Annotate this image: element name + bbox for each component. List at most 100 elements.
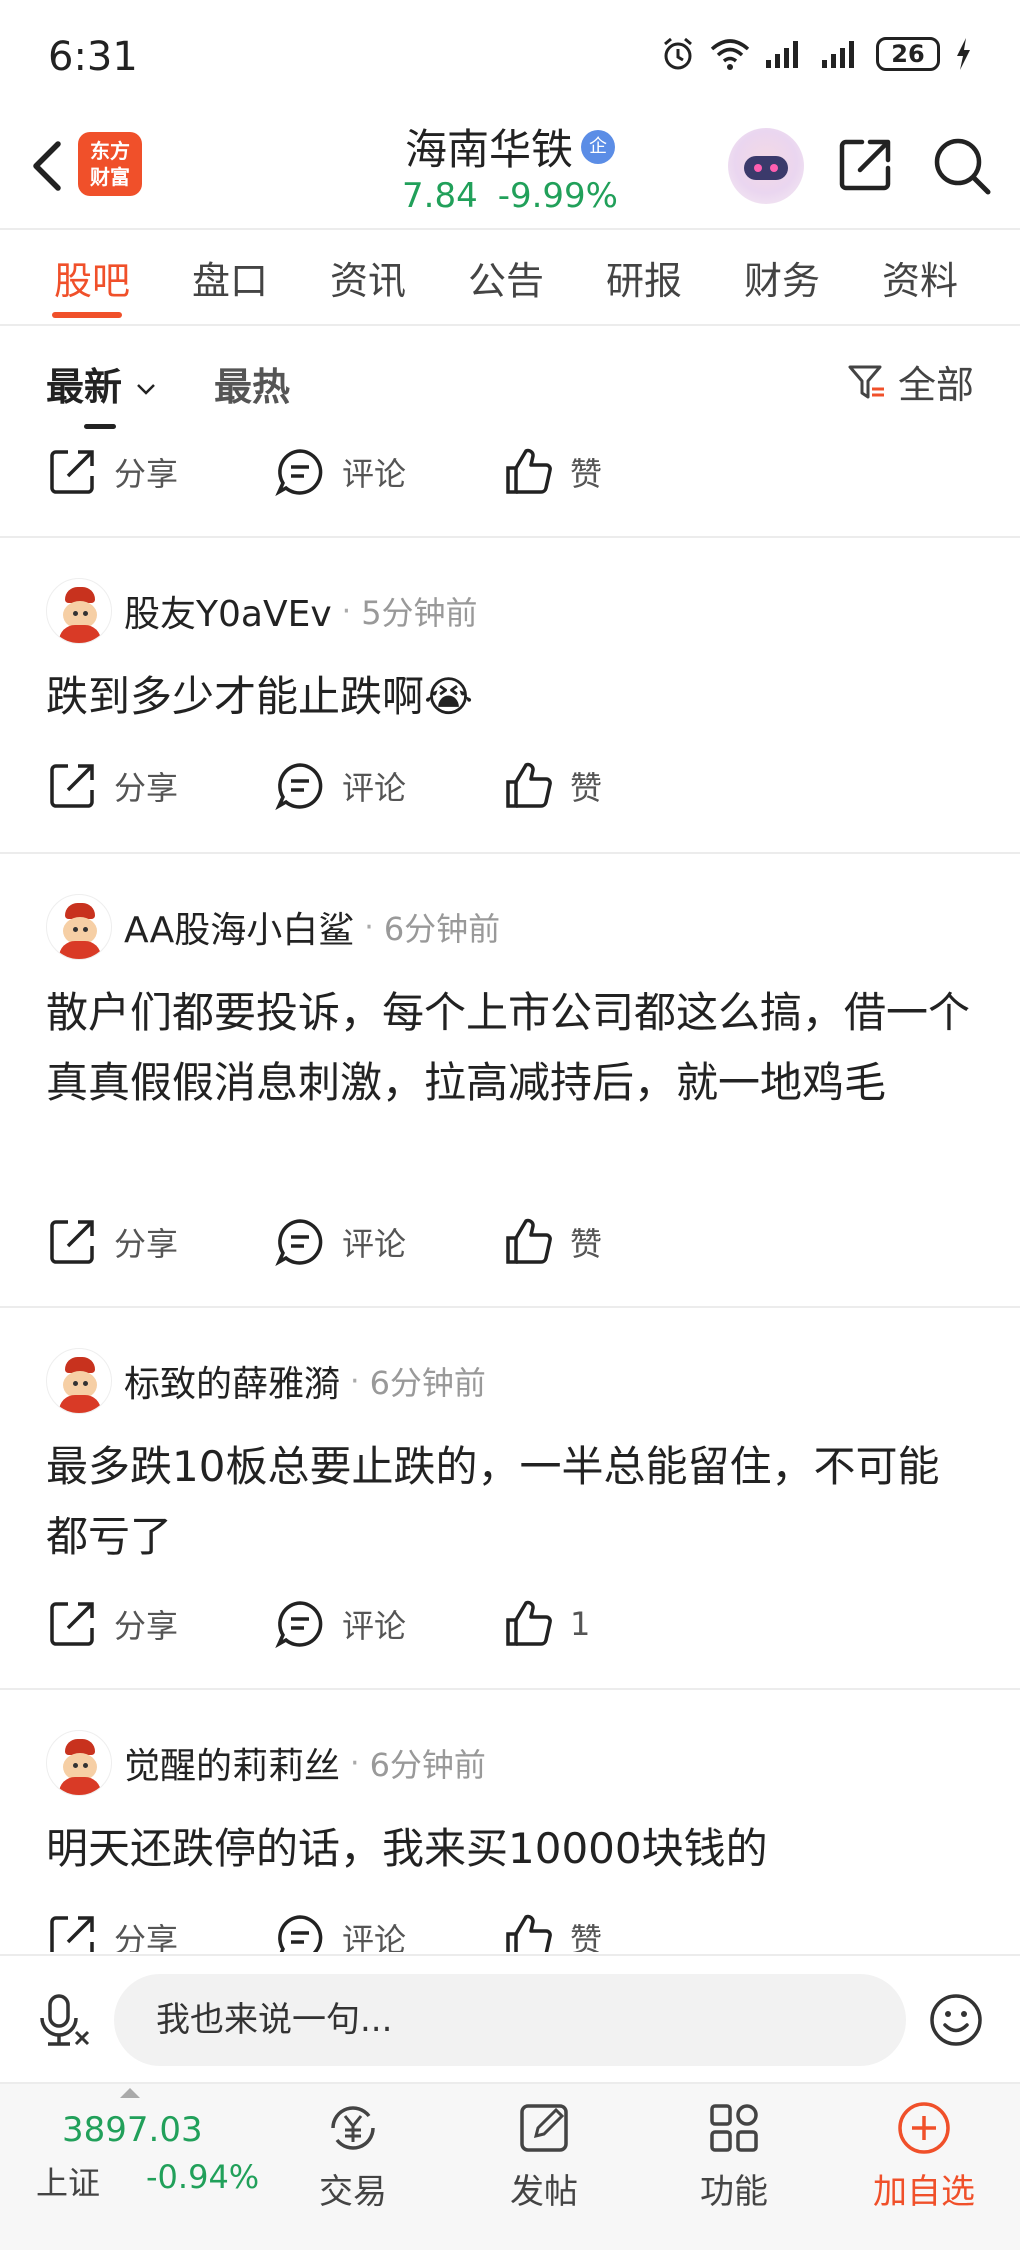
avatar[interactable] [46, 578, 112, 644]
share-action[interactable]: 分享 [46, 1594, 178, 1654]
like-action[interactable]: 1 [502, 1594, 590, 1654]
tab-profile[interactable]: 资料 [882, 250, 958, 305]
post-author[interactable]: 股友Y0aVEv [124, 585, 332, 637]
post-author-row: 股友Y0aVEv · 5分钟前 [46, 576, 478, 646]
like-action[interactable]: 赞 [502, 1212, 602, 1272]
comment-action[interactable]: 评论 [274, 1908, 406, 1952]
ai-assistant-icon[interactable] [728, 128, 804, 204]
like-action[interactable]: 赞 [502, 442, 602, 502]
like-action[interactable]: 赞 [502, 756, 602, 816]
share-icon [50, 1916, 94, 1952]
tab-finance[interactable]: 财务 [744, 250, 820, 305]
status-time: 6:31 [48, 34, 138, 80]
bottom-nav: 3897.03 上证 -0.94% 交易 发帖 功能 加自选 [0, 2082, 1020, 2250]
avatar[interactable] [46, 894, 112, 960]
status-icons: 26 [660, 36, 972, 72]
post-author-row: AA股海小白鲨 · 6分钟前 [46, 892, 500, 962]
post-separator [0, 536, 1020, 538]
caret-up-icon [120, 2088, 140, 2098]
filter-indicator [84, 424, 116, 429]
tab-news[interactable]: 资讯 [330, 250, 406, 305]
stock-name: 海南华铁 [404, 125, 573, 174]
like-count: 赞 [570, 1225, 603, 1263]
share-action[interactable]: 分享 [46, 1212, 178, 1272]
comment-icon [275, 449, 323, 497]
signal-icon [766, 41, 798, 68]
avatar[interactable] [46, 1348, 112, 1414]
share-label: 分享 [114, 769, 179, 807]
thumbs-up-icon [506, 762, 552, 808]
sort-latest-label: 最新 [46, 365, 123, 409]
thumbs-up-icon [506, 1914, 552, 1952]
nav-post[interactable]: 发帖 [484, 2098, 604, 2213]
emoji-icon[interactable] [928, 1992, 984, 2048]
tabs-divider [0, 324, 1020, 326]
tab-announcements[interactable]: 公告 [468, 250, 544, 305]
nav-add-watchlist[interactable]: 加自选 [864, 2098, 984, 2213]
avatar[interactable] [46, 1730, 112, 1796]
post-author[interactable]: 标致的薛雅漪 [124, 1355, 340, 1407]
post-body[interactable]: 跌到多少才能止跌啊😭 [46, 662, 976, 732]
comment-action[interactable]: 评论 [274, 1212, 406, 1272]
tab-research[interactable]: 研报 [606, 250, 682, 305]
index-change: -0.94% [146, 2158, 260, 2196]
post-body[interactable]: 最多跌10板总要止跌的，一半总能留住，不可能都亏了 [46, 1432, 976, 1572]
share-icon[interactable] [836, 134, 896, 194]
compose-icon [520, 2104, 568, 2152]
nav-post-label: 发帖 [510, 2172, 578, 2212]
robot-eye-right [770, 164, 778, 172]
tab-guba[interactable]: 股吧 [54, 250, 130, 305]
share-action[interactable]: 分享 [46, 442, 178, 502]
comment-action[interactable]: 评论 [274, 1594, 406, 1654]
tab-pankou[interactable]: 盘口 [192, 250, 268, 305]
filter-icon [848, 365, 884, 398]
wifi-icon [710, 39, 750, 70]
separator-dot: · [350, 1363, 360, 1399]
post-author-row: 标致的薛雅漪 · 6分钟前 [46, 1346, 486, 1416]
stock-header: 东方 财富 海南华铁企 7.84 -9.99% [0, 110, 1020, 228]
comment-icon [275, 763, 323, 811]
search-icon[interactable] [930, 134, 994, 198]
add-circle-icon [898, 2102, 950, 2154]
sort-latest-dropdown[interactable]: 最新 [46, 356, 157, 411]
thumbs-up-icon [506, 1218, 552, 1264]
nav-trade[interactable]: 交易 [293, 2098, 413, 2213]
nav-functions[interactable]: 功能 [674, 2098, 794, 2213]
like-action[interactable]: 赞 [502, 1908, 602, 1952]
enterprise-badge: 企 [581, 129, 615, 164]
share-label: 分享 [114, 455, 179, 493]
comment-input[interactable] [114, 1974, 906, 2066]
post-time: 6分钟前 [383, 910, 501, 948]
share-icon [50, 764, 94, 808]
sort-hot-button[interactable]: 最热 [214, 356, 290, 411]
grid-icon [710, 2104, 758, 2152]
comment-action[interactable]: 评论 [274, 442, 406, 502]
share-label: 分享 [114, 1607, 179, 1645]
comment-action[interactable]: 评论 [274, 756, 406, 816]
voice-input-icon[interactable] [36, 1992, 92, 2048]
post-separator [0, 852, 1020, 854]
comment-label: 评论 [342, 1607, 407, 1645]
post-actions: 分享 评论 赞 [46, 442, 746, 502]
post-time: 5分钟前 [361, 594, 478, 632]
charging-icon [957, 38, 970, 70]
separator-dot: · [341, 593, 352, 629]
comment-label: 评论 [342, 1225, 407, 1263]
post-actions: 分享 评论 赞 [46, 756, 746, 816]
like-count: 1 [570, 1605, 591, 1643]
filter-row: 最新 最热 全部 [0, 330, 1020, 430]
share-action[interactable]: 分享 [46, 1908, 178, 1952]
share-icon [50, 450, 94, 494]
post-body[interactable]: 散户们都要投诉，每个上市公司都这么搞，借一个真真假假消息刺激，拉高减持后，就一地… [46, 978, 976, 1118]
like-label: 赞 [570, 455, 603, 493]
share-action[interactable]: 分享 [46, 756, 178, 816]
filter-all-button[interactable]: 全部 [846, 354, 974, 409]
post-actions: 分享 评论 赞 [46, 1908, 746, 1952]
robot-eye-left [754, 164, 762, 172]
post-author[interactable]: AA股海小白鲨 [124, 901, 354, 953]
post-author[interactable]: 觉醒的莉莉丝 [124, 1737, 340, 1789]
signal-icon-2 [822, 41, 854, 68]
thumbs-up-icon [506, 448, 552, 494]
index-value: 3897.03 [62, 2110, 203, 2150]
post-body[interactable]: 明天还跌停的话，我来买10000块钱的 [46, 1814, 976, 1884]
